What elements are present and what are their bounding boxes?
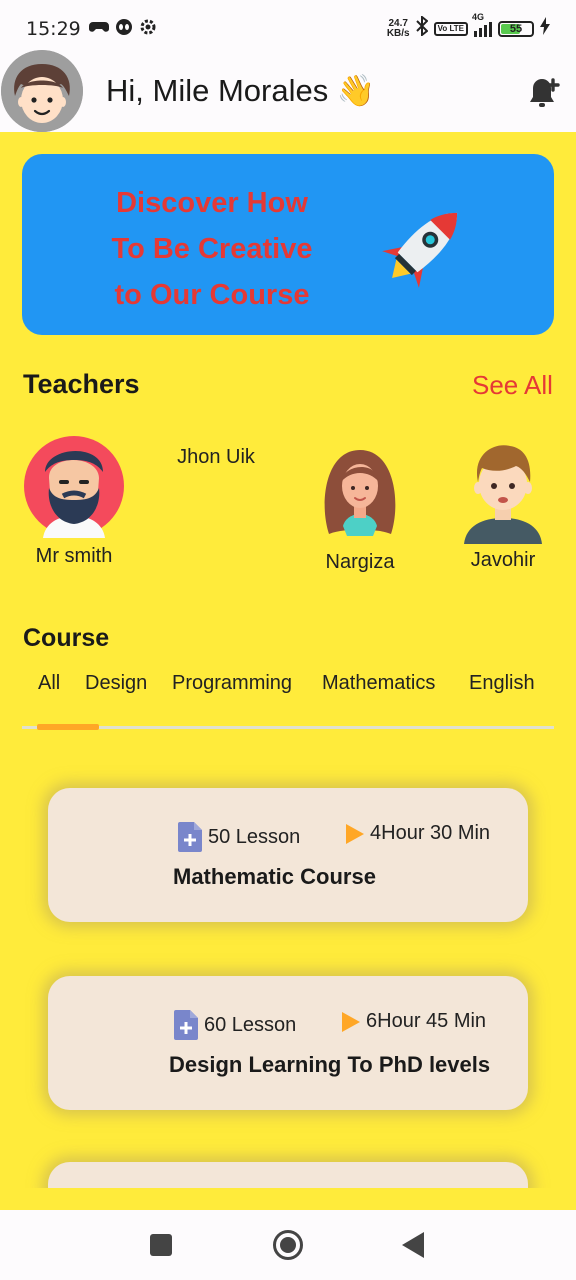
tab-indicator (37, 724, 99, 730)
document-plus-icon (174, 1010, 198, 1040)
play-triangle-icon (342, 1011, 360, 1032)
course-list[interactable]: 50 Lesson 4Hour 30 Min Mathematic Course… (0, 740, 576, 1188)
volte-badge: Vo LTE (433, 22, 468, 36)
course-tabs: All Design Programming Mathematics Engli… (22, 672, 554, 712)
lesson-count-text: 50 Lesson (208, 825, 301, 848)
square-recents-icon[interactable] (150, 1234, 172, 1261)
play-triangle-icon (346, 823, 364, 844)
teacher-name: Mr smith (35, 545, 113, 567)
teacher-avatar-icon (459, 440, 547, 549)
charging-icon (540, 17, 550, 41)
course-card-title: Design Learning To PhD levels (169, 1052, 491, 1077)
alien-icon (115, 18, 133, 41)
document-plus-icon (178, 822, 202, 852)
tab-programming[interactable]: Programming (172, 672, 292, 695)
course-card[interactable]: 60 Lesson 6Hour 45 Min Design Learning T… (48, 976, 528, 1110)
duration-text: 6Hour 45 Min (366, 1010, 487, 1032)
teacher-name: Nargiza (325, 551, 395, 573)
teacher-item[interactable]: Mr smith (22, 434, 126, 568)
teacher-item[interactable]: Javohir (459, 440, 547, 572)
course-title: Course (23, 624, 110, 652)
course-duration: 6Hour 45 Min (342, 1010, 486, 1033)
net-speed-unit: KB/s (386, 28, 410, 39)
teacher-name: Jhon Uik (177, 446, 255, 468)
banner-text: Discover How To Be Creative to Our Cours… (92, 180, 332, 318)
tab-design[interactable]: Design (85, 672, 147, 695)
system-nav-bar (0, 1210, 576, 1280)
lesson-count-text: 60 Lesson (204, 1013, 297, 1036)
signal-icon: 4G (472, 12, 492, 37)
duration-text: 4Hour 30 Min (370, 822, 491, 844)
teacher-item[interactable]: Jhon Uik (166, 446, 266, 469)
tab-track (22, 726, 554, 729)
battery-icon: 55 (498, 21, 534, 37)
status-time: 15:29 (26, 18, 81, 40)
network-speed: 24.7 KB/s (387, 19, 410, 39)
teachers-title: Teachers (23, 369, 140, 399)
network-type: 4G (472, 11, 485, 22)
bell-plus-icon[interactable] (524, 72, 564, 112)
app-header: Hi, Mile Morales 👋 (0, 50, 576, 132)
banner-line-1: Discover How (116, 187, 308, 219)
triangle-back-icon[interactable] (402, 1232, 424, 1263)
lesson-count: 50 Lesson (178, 822, 300, 852)
greeting-text: Hi, Mile Morales 👋 (106, 73, 376, 108)
tab-mathematics[interactable]: Mathematics (322, 672, 435, 695)
see-all-link[interactable]: See All (472, 370, 553, 401)
course-card-title: Mathematic Course (173, 864, 376, 889)
teacher-item[interactable]: Nargiza (316, 444, 404, 574)
course-card[interactable]: 50 Lesson 4Hour 30 Min Mathematic Course (48, 788, 528, 922)
rocket-icon (376, 194, 476, 294)
bluetooth-icon (415, 14, 429, 42)
course-card[interactable] (48, 1162, 528, 1188)
promo-banner[interactable]: Discover How To Be Creative to Our Cours… (22, 154, 554, 335)
status-indicators: 24.7 KB/s Vo LTE 4G 55 (387, 12, 550, 42)
teacher-avatar-icon (316, 444, 404, 549)
course-duration: 4Hour 30 Min (346, 822, 490, 845)
banner-line-3: to Our Course (114, 279, 310, 311)
tab-all[interactable]: All (38, 672, 60, 695)
battery-level: 55 (509, 23, 523, 35)
teacher-name: Javohir (470, 549, 536, 571)
game-controller-icon (88, 19, 109, 39)
tab-english[interactable]: English (469, 672, 535, 695)
status-bar: 15:29 24.7 KB/s Vo LTE 4G 55 (0, 0, 576, 58)
settings-gear-icon (139, 18, 157, 41)
avatar[interactable] (1, 50, 83, 132)
lesson-count: 60 Lesson (174, 1010, 296, 1040)
circle-home-icon[interactable] (272, 1229, 304, 1266)
teacher-avatar-icon (22, 434, 126, 543)
banner-line-2: To Be Creative (111, 233, 313, 265)
